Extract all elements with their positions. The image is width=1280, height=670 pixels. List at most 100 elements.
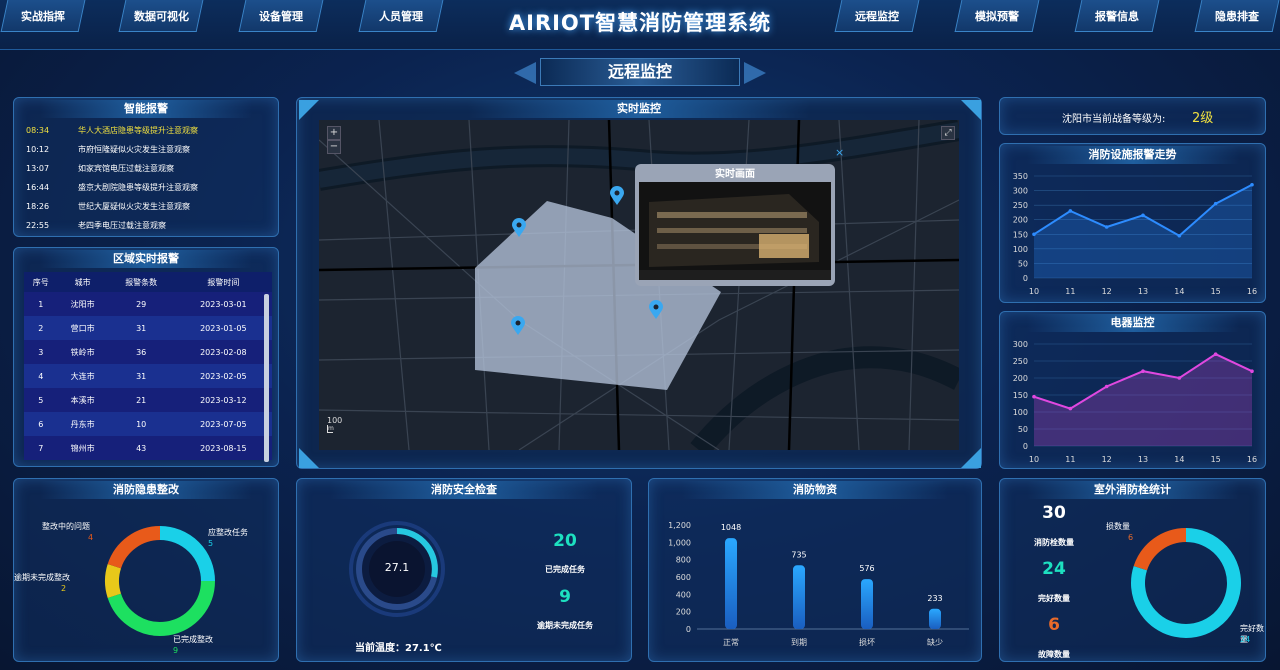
electric-monitor-chart: 300 250 200 150 100 50 010 11 12 13 14 15 16 — [1013, 340, 1257, 464]
alarm-time: 10:12 — [26, 145, 50, 154]
legend-value: 2 — [61, 584, 67, 593]
alarm-item[interactable]: 18:26 世纪大厦疑似火灾发生注意观察 — [26, 200, 190, 214]
table-cell: 锦州市 — [57, 436, 108, 460]
donut-slice — [107, 580, 215, 636]
table-row[interactable]: 2 营口市 31 2023-01-05 — [24, 316, 272, 340]
table-cell: 2023-02-08 — [174, 340, 272, 364]
table-cell: 3 — [24, 340, 58, 364]
supplies-panel: 消防物资 1,200 1,000 800 600 400 200 0 1048 正常 735 到期 5… — [648, 478, 982, 662]
table-row[interactable]: 6 丹东市 10 2023-07-05 — [24, 412, 272, 436]
zoom-in-button[interactable]: + — [327, 126, 341, 140]
legend-value: 6 — [1128, 533, 1134, 542]
legend-value: 4 — [88, 533, 94, 542]
bar-value-label: 576 — [859, 564, 874, 573]
nav-tab-alarm-info[interactable]: 报警信息 — [1074, 0, 1160, 32]
bar — [725, 538, 737, 629]
map-marker-icon[interactable] — [610, 186, 624, 206]
x-tick-label: 15 — [1211, 455, 1221, 464]
alarm-time: 08:34 — [26, 126, 50, 135]
bar — [793, 565, 805, 629]
nav-tab-simulation[interactable]: 模拟预警 — [954, 0, 1040, 32]
x-tick-label: 13 — [1138, 455, 1148, 464]
y-tick-label: 300 — [1013, 187, 1028, 196]
hazard-donut-chart — [105, 526, 215, 636]
section-title-banner: 远程监控 — [510, 58, 770, 88]
readiness-value: 2级 — [1192, 111, 1214, 126]
data-point — [1141, 369, 1145, 373]
scale-unit: m — [327, 425, 334, 433]
alarm-item[interactable]: 22:55 老四季电压过载注意观察 — [26, 219, 166, 233]
table-cell: 6 — [24, 412, 58, 436]
data-point — [1250, 369, 1254, 373]
x-tick-label: 10 — [1029, 287, 1039, 296]
table-row[interactable]: 1 沈阳市 29 2023-03-01 — [24, 292, 272, 316]
nav-tab-label: 报警信息 — [1095, 9, 1140, 23]
table-cell: 7 — [24, 436, 58, 460]
y-tick-label: 0 — [1023, 442, 1028, 451]
y-tick-label: 400 — [676, 590, 691, 599]
table-row[interactable]: 4 大连市 31 2023-02-05 — [24, 364, 272, 388]
nav-tab-remote[interactable]: 远程监控 — [834, 0, 920, 32]
alarm-item[interactable]: 08:34 华人大酒店隐患等级提升注意观察 — [26, 124, 198, 138]
section-title: 远程监控 — [540, 58, 740, 86]
x-tick-label: 16 — [1247, 287, 1257, 296]
y-tick-label: 150 — [1013, 391, 1028, 400]
live-video-popup[interactable]: 实时画面 — [635, 164, 835, 286]
nav-tab-hazard-check[interactable]: 隐患排查 — [1194, 0, 1280, 32]
table-scrollbar[interactable] — [264, 294, 269, 462]
y-tick-label: 100 — [1013, 408, 1028, 417]
data-point — [1032, 232, 1036, 237]
map-view[interactable]: + − ⤢ × 100 m 实时画面 — [319, 120, 959, 450]
y-tick-label: 800 — [676, 556, 691, 565]
x-tick-label: 缺少 — [927, 637, 943, 647]
bar — [929, 608, 941, 629]
donut-slice — [159, 526, 215, 582]
table-cell: 铁岭市 — [57, 340, 108, 364]
table-cell: 大连市 — [57, 364, 108, 388]
nav-tab-visualization[interactable]: 数据可视化 — [118, 0, 204, 32]
nav-tab-label: 实战指挥 — [21, 9, 66, 23]
overdue-label: 逾期未完成任务 — [537, 621, 593, 630]
donut-slice — [1133, 528, 1187, 571]
bar — [861, 579, 873, 629]
column-header: 报警时间 — [174, 272, 272, 292]
alarm-item[interactable]: 13:07 如家宾馆电压过载注意观察 — [26, 162, 174, 176]
popup-close-button[interactable]: × — [835, 146, 844, 159]
data-point — [1177, 233, 1182, 238]
nav-tab-device[interactable]: 设备管理 — [238, 0, 324, 32]
alarm-item[interactable]: 16:44 盛京大剧院隐患等级提升注意观察 — [26, 181, 198, 195]
data-point — [1068, 209, 1073, 213]
overdue-count: 9 — [559, 587, 571, 607]
table-row[interactable]: 5 本溪市 21 2023-03-12 — [24, 388, 272, 412]
table-cell: 21 — [107, 388, 175, 412]
legend-label: 已完成整改 — [173, 635, 213, 644]
map-marker-icon[interactable] — [511, 316, 525, 336]
table-cell: 29 — [107, 292, 175, 316]
alarm-text: 市府恒隆疑似火灾发生注意观察 — [78, 145, 190, 154]
nav-tab-command[interactable]: 实战指挥 — [0, 0, 86, 32]
alarm-item[interactable]: 10:12 市府恒隆疑似火灾发生注意观察 — [26, 143, 190, 157]
nav-tab-personnel[interactable]: 人员管理 — [358, 0, 444, 32]
x-tick-label: 16 — [1247, 455, 1257, 464]
table-cell: 沈阳市 — [57, 292, 108, 316]
alarm-text: 盛京大剧院隐患等级提升注意观察 — [78, 183, 198, 192]
zoom-out-button[interactable]: − — [327, 140, 341, 154]
safety-check-panel: 消防安全检查 27.1 当前温度：27.1℃ 20 已完成任务 9 逾期未完成任… — [296, 478, 632, 662]
map-marker-icon[interactable] — [512, 218, 526, 238]
table-row[interactable]: 3 铁岭市 36 2023-02-08 — [24, 340, 272, 364]
alarm-time: 22:55 — [26, 221, 50, 230]
legend-label: 逾期未完成整改 — [14, 573, 70, 582]
bar-value-label: 1048 — [721, 523, 741, 532]
data-point — [1250, 182, 1254, 187]
x-tick-label: 11 — [1065, 455, 1075, 464]
hydrant-donut-chart — [1131, 528, 1241, 638]
map-marker-icon[interactable] — [649, 300, 663, 320]
nav-tab-label: 隐患排查 — [1215, 9, 1260, 23]
x-tick-label: 14 — [1174, 455, 1184, 464]
x-tick-label: 15 — [1211, 287, 1221, 296]
alarm-trend-panel: 消防设施报警走势 350 300 250 200 150 100 50 0 10 11 12 13 14… — [999, 143, 1266, 303]
fullscreen-icon[interactable]: ⤢ — [941, 126, 955, 140]
table-row[interactable]: 7 锦州市 43 2023-08-15 — [24, 436, 272, 460]
donut-slice — [105, 564, 122, 598]
panel-title: 消防安全检查 — [330, 481, 598, 499]
